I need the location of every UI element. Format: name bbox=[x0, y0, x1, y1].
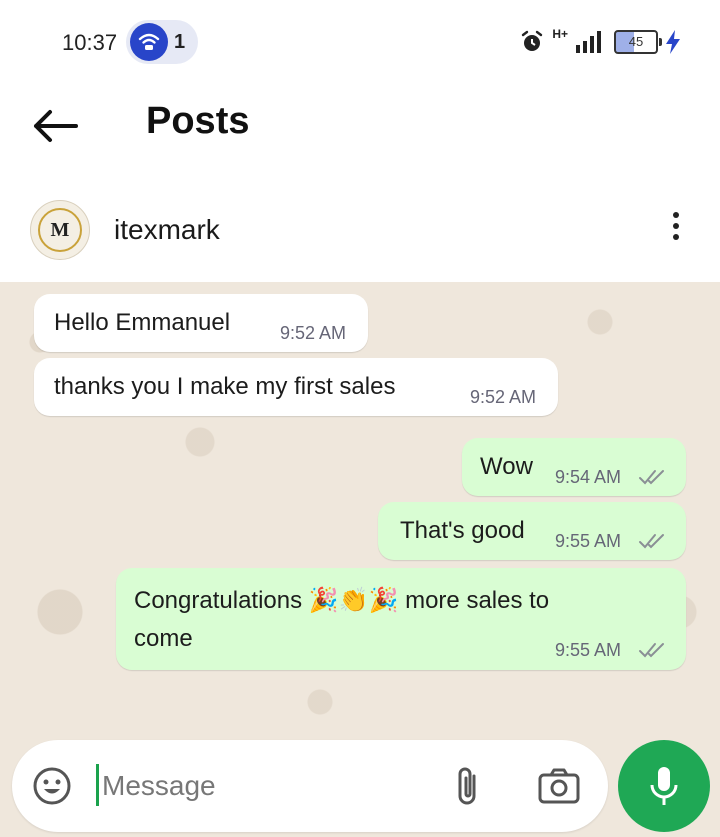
message-time: 9:55 AM bbox=[555, 531, 622, 551]
camera-icon[interactable] bbox=[538, 768, 580, 804]
message-input[interactable] bbox=[102, 766, 402, 806]
message-time: 9:54 AM bbox=[555, 467, 622, 487]
avatar-logo: M bbox=[38, 208, 82, 252]
status-time: 10:37 bbox=[62, 30, 118, 55]
read-receipt-icon bbox=[639, 534, 664, 549]
emoji-icon[interactable] bbox=[32, 766, 72, 806]
message-bubble[interactable]: Wow 9:54 AM bbox=[462, 438, 686, 496]
message-time: 9:55 AM bbox=[555, 640, 622, 660]
message-composer bbox=[12, 740, 608, 832]
message-time: 9:52 AM bbox=[280, 323, 347, 343]
read-receipt-icon bbox=[639, 643, 664, 658]
mic-icon bbox=[650, 767, 678, 805]
message-text: thanks you I make my first sales bbox=[54, 373, 396, 400]
page-title: Posts bbox=[146, 100, 250, 142]
hotspot-count: 1 bbox=[174, 31, 186, 53]
message-text: Hello Emmanuel bbox=[54, 309, 231, 336]
message-bubble[interactable]: Hello Emmanuel 9:52 AM bbox=[34, 294, 368, 352]
network-type: H+ bbox=[552, 27, 568, 41]
avatar[interactable]: M bbox=[30, 200, 90, 260]
alarm-icon bbox=[522, 30, 543, 51]
more-vert-icon[interactable] bbox=[664, 212, 688, 248]
signal-icon bbox=[576, 31, 601, 53]
text-cursor bbox=[96, 764, 99, 806]
hotspot-indicator[interactable]: 1 bbox=[126, 20, 198, 64]
wifi-hotspot-icon bbox=[130, 23, 168, 61]
status-icons: H+ 45 bbox=[520, 26, 680, 58]
message-text: Wow bbox=[480, 453, 533, 480]
contact-name[interactable]: itexmark bbox=[114, 214, 220, 246]
mic-button[interactable] bbox=[618, 740, 710, 832]
message-bubble[interactable]: That's good 9:55 AM bbox=[378, 502, 686, 560]
status-bar: 10:37 1 H+ 45 bbox=[0, 0, 720, 80]
battery-indicator: 45 bbox=[614, 30, 662, 54]
message-text-continued: come bbox=[134, 625, 193, 652]
battery-level: 45 bbox=[628, 34, 644, 49]
message-bubble[interactable]: thanks you I make my first sales 9:52 AM bbox=[34, 358, 558, 416]
paperclip-icon[interactable] bbox=[452, 764, 482, 808]
app-bar: Posts bbox=[0, 80, 720, 170]
message-bubble[interactable]: Congratulations 🎉👏🎉 more sales to come 9… bbox=[116, 568, 686, 670]
charging-icon bbox=[666, 30, 680, 54]
message-text: That's good bbox=[400, 517, 525, 544]
message-text: Congratulations 🎉👏🎉 more sales to bbox=[134, 587, 550, 614]
read-receipt-icon bbox=[639, 470, 664, 485]
arrow-left-icon[interactable] bbox=[28, 104, 82, 148]
message-time: 9:52 AM bbox=[470, 387, 537, 407]
contact-header[interactable]: M itexmark bbox=[0, 176, 720, 282]
